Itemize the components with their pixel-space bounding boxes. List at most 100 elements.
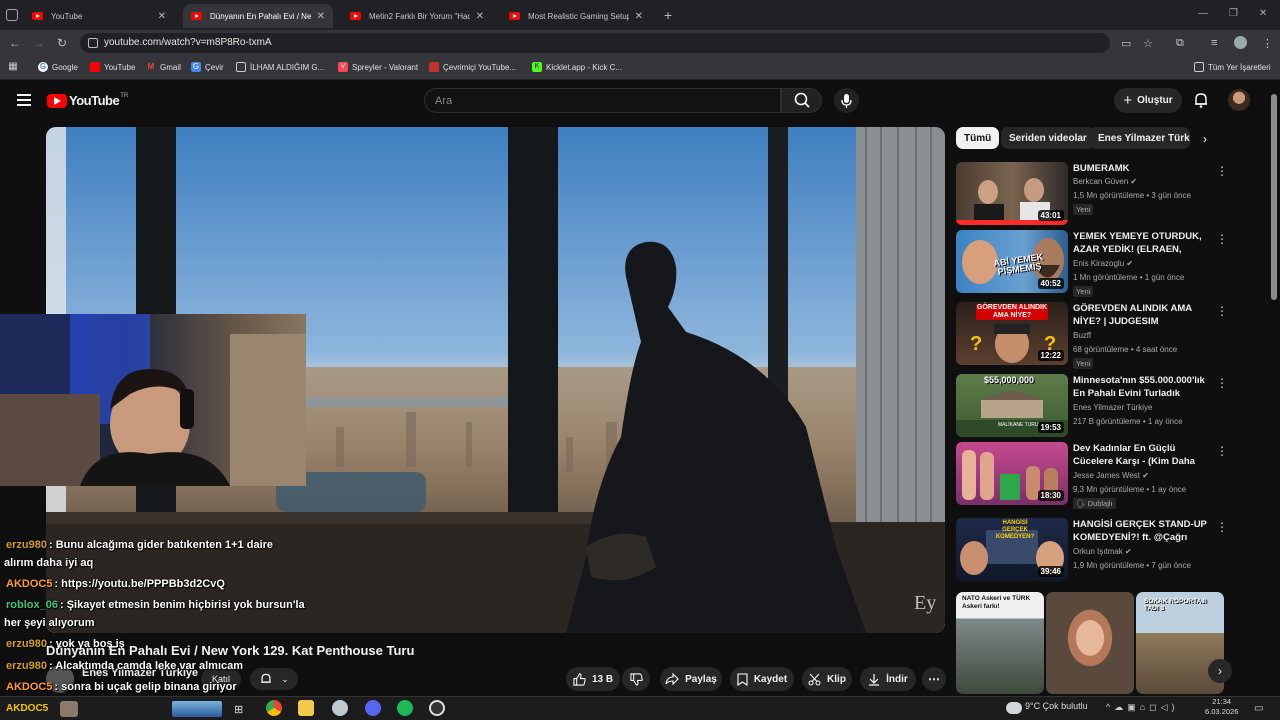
dislike-button[interactable] <box>622 667 650 691</box>
guide-menu-icon[interactable] <box>17 94 31 106</box>
page-scrollbar[interactable] <box>1271 94 1277 300</box>
tab-gaming-setups[interactable]: Most Realistic Gaming Setups - ✕ <box>501 4 651 28</box>
cat-avatar-icon[interactable] <box>60 701 78 717</box>
rec-channel[interactable]: Orkun Işıtmak ✔ <box>1073 547 1132 556</box>
youtube-logo[interactable]: YouTube TR <box>47 93 128 108</box>
rec-title[interactable]: BUMERAMK <box>1073 162 1208 175</box>
recommendation-item[interactable]: HANGİSİ GERÇEK KOMEDYEN? 39:46 HANGİSİ G… <box>956 518 1256 582</box>
bookmark-valorant[interactable]: V Spreyler - Valorant <box>338 62 418 72</box>
voice-search-button[interactable] <box>834 88 859 113</box>
more-vert-icon[interactable]: ⋮ <box>1216 444 1228 458</box>
discord-icon[interactable] <box>365 700 381 716</box>
weather-text[interactable]: 9°C Çok bulutlu <box>1025 701 1088 711</box>
recommendation-item[interactable]: ABİ YEMEK PİŞMEMİŞ 40:52 YEMEK YEMEYE OT… <box>956 230 1256 297</box>
bookmark-star-icon[interactable]: ☆ <box>1143 37 1153 50</box>
tab-current-video[interactable]: Dünyanın En Pahalı Evi / New Yo ✕ <box>183 4 333 28</box>
obs-icon[interactable] <box>429 700 445 716</box>
save-button[interactable]: Kaydet <box>730 667 794 691</box>
tab-close-icon[interactable]: ✕ <box>476 11 484 22</box>
share-button[interactable]: Paylaş <box>660 667 722 691</box>
recommendation-item[interactable]: $55,000,000 MALİKANE TURU 19:53 Minnesot… <box>956 374 1256 438</box>
video-thumbnail[interactable]: HANGİSİ GERÇEK KOMEDYEN? 39:46 <box>956 518 1068 581</box>
rec-title[interactable]: GÖREVDEN ALINDIK AMA NİYE? | JUDGESIM <box>1073 302 1208 328</box>
video-thumbnail[interactable]: 18:30 <box>956 442 1068 505</box>
short-item[interactable]: NATO Askeri ve TÜRK Askeri farkı! <box>956 592 1044 694</box>
new-tab-button[interactable]: + <box>664 7 672 23</box>
taskbar-pinned-label[interactable]: AKDOC5 <box>6 703 48 714</box>
bookmark-youtube[interactable]: YouTube <box>90 62 135 72</box>
more-vert-icon[interactable]: ⋮ <box>1216 376 1228 390</box>
video-thumbnail[interactable]: ABİ YEMEK PİŞMEMİŞ 40:52 <box>956 230 1068 293</box>
minimize-button[interactable]: — <box>1198 8 1208 19</box>
chip-all[interactable]: Tümü <box>956 127 1000 149</box>
bookmark-youtube-online[interactable]: Çevrimiçi YouTube... <box>429 62 516 72</box>
profile-icon[interactable] <box>1234 36 1247 49</box>
bookmark-google[interactable]: G Google <box>38 62 78 72</box>
video-thumbnail[interactable]: 43:01 <box>956 162 1068 225</box>
app-icon[interactable] <box>332 700 348 716</box>
system-tray-icons[interactable]: ^☁▣⌂◻◁) <box>1106 702 1179 713</box>
tab-search-button[interactable] <box>6 9 18 21</box>
rec-title[interactable]: Dev Kadınlar En Güçlü Cücelere Karşı - (… <box>1073 442 1208 469</box>
media-control-icon[interactable]: ≡ <box>1211 37 1217 49</box>
rec-title[interactable]: Minnesota'nın $55.000.000'lık En Pahalı … <box>1073 374 1208 400</box>
notifications-bell-icon[interactable] <box>1192 91 1210 109</box>
tab-youtube[interactable]: YouTube ✕ <box>24 4 174 28</box>
more-actions-button[interactable]: ⋯ <box>922 667 946 691</box>
restore-button[interactable]: ❐ <box>1229 8 1238 19</box>
chip-series[interactable]: Seriden videolar <box>1001 127 1095 149</box>
tab-close-icon[interactable]: ✕ <box>317 11 325 22</box>
chip-channel[interactable]: Enes Yilmazer Türkiye <box>1090 127 1190 149</box>
like-button[interactable]: 13 B <box>566 667 620 691</box>
more-vert-icon[interactable]: ⋮ <box>1216 304 1228 318</box>
back-button[interactable]: ← <box>9 36 21 50</box>
subscription-bell-button[interactable]: ⌄ <box>250 668 298 690</box>
cast-icon[interactable]: ▭ <box>1121 37 1131 50</box>
bookmark-translate[interactable]: G Çevir <box>191 62 224 72</box>
recommendation-item[interactable]: ?? GÖREVDEN ALINDIK AMA NİYE? 12:22 GÖRE… <box>956 302 1256 369</box>
recommendation-item[interactable]: 18:30 Dev Kadınlar En Güçlü Cücelere Kar… <box>956 442 1256 509</box>
browser-menu-icon[interactable]: ⋮ <box>1262 37 1273 50</box>
close-window-button[interactable]: ✕ <box>1259 8 1267 19</box>
extensions-icon[interactable]: ⧉ <box>1176 37 1184 50</box>
chrome-icon[interactable] <box>266 700 282 716</box>
url-text[interactable]: youtube.com/watch?v=m8P8Ro-txmA <box>104 37 272 48</box>
recommendation-item[interactable]: 43:01 BUMERAMK Berkcan Güven ✔ 1,5 Mn gö… <box>956 162 1256 226</box>
create-button[interactable]: + Oluştur <box>1114 88 1182 113</box>
download-button[interactable]: İndir <box>860 667 916 691</box>
chips-next-icon[interactable]: › <box>1203 132 1207 146</box>
spotify-icon[interactable] <box>397 700 413 716</box>
clock[interactable]: 21:34 6.03.2026 <box>1205 697 1238 717</box>
account-avatar[interactable] <box>1228 89 1250 111</box>
site-info-icon[interactable] <box>88 38 98 48</box>
shorts-next-button[interactable]: › <box>1208 659 1232 683</box>
apps-grid-icon[interactable]: ▦ <box>8 62 22 72</box>
video-thumbnail[interactable]: $55,000,000 MALİKANE TURU 19:53 <box>956 374 1068 437</box>
search-input[interactable] <box>425 89 765 112</box>
forward-button[interactable]: → <box>33 36 45 50</box>
tab-close-icon[interactable]: ✕ <box>635 11 643 22</box>
tab-metin2[interactable]: Metin2 Farklı Bir Yorum "Hadi G ✕ <box>342 4 492 28</box>
more-vert-icon[interactable]: ⋮ <box>1216 232 1228 246</box>
short-item[interactable] <box>1046 592 1134 694</box>
more-vert-icon[interactable]: ⋮ <box>1216 520 1228 534</box>
bookmark-folder-ilham[interactable]: İLHAM ALDIĞIM G... <box>236 62 324 72</box>
rec-title[interactable]: HANGİSİ GERÇEK STAND-UP KOMEDYENİ?! ft. … <box>1073 518 1208 545</box>
task-view-icon[interactable]: ⊞ <box>234 703 243 716</box>
rec-channel[interactable]: Enes Yilmazer Türkiye <box>1073 403 1152 412</box>
all-bookmarks[interactable]: Tüm Yer İşaretleri <box>1194 62 1271 72</box>
search-button[interactable] <box>781 88 822 113</box>
bookmark-gmail[interactable]: M Gmail <box>146 62 181 72</box>
search-box[interactable] <box>424 88 781 113</box>
video-thumbnail[interactable]: ?? GÖREVDEN ALINDIK AMA NİYE? 12:22 <box>956 302 1068 365</box>
rec-channel[interactable]: Enis Kirazoglu ✔ <box>1073 259 1133 268</box>
more-vert-icon[interactable]: ⋮ <box>1216 164 1228 178</box>
notifications-icon[interactable]: ▭ <box>1254 703 1263 714</box>
clip-button[interactable]: Klip <box>802 667 852 691</box>
rec-title[interactable]: YEMEK YEMEYE OTURDUK, AZAR YEDİK! (ELRAE… <box>1073 230 1208 257</box>
ship-widget-icon[interactable] <box>172 701 222 717</box>
rec-channel[interactable]: Jesse James West ✔ <box>1073 471 1149 480</box>
rec-channel[interactable]: Berkcan Güven ✔ <box>1073 177 1137 186</box>
tab-close-icon[interactable]: ✕ <box>158 11 166 22</box>
bookmark-kicklet[interactable]: K Kicklet.app - Kick C... <box>532 62 622 72</box>
